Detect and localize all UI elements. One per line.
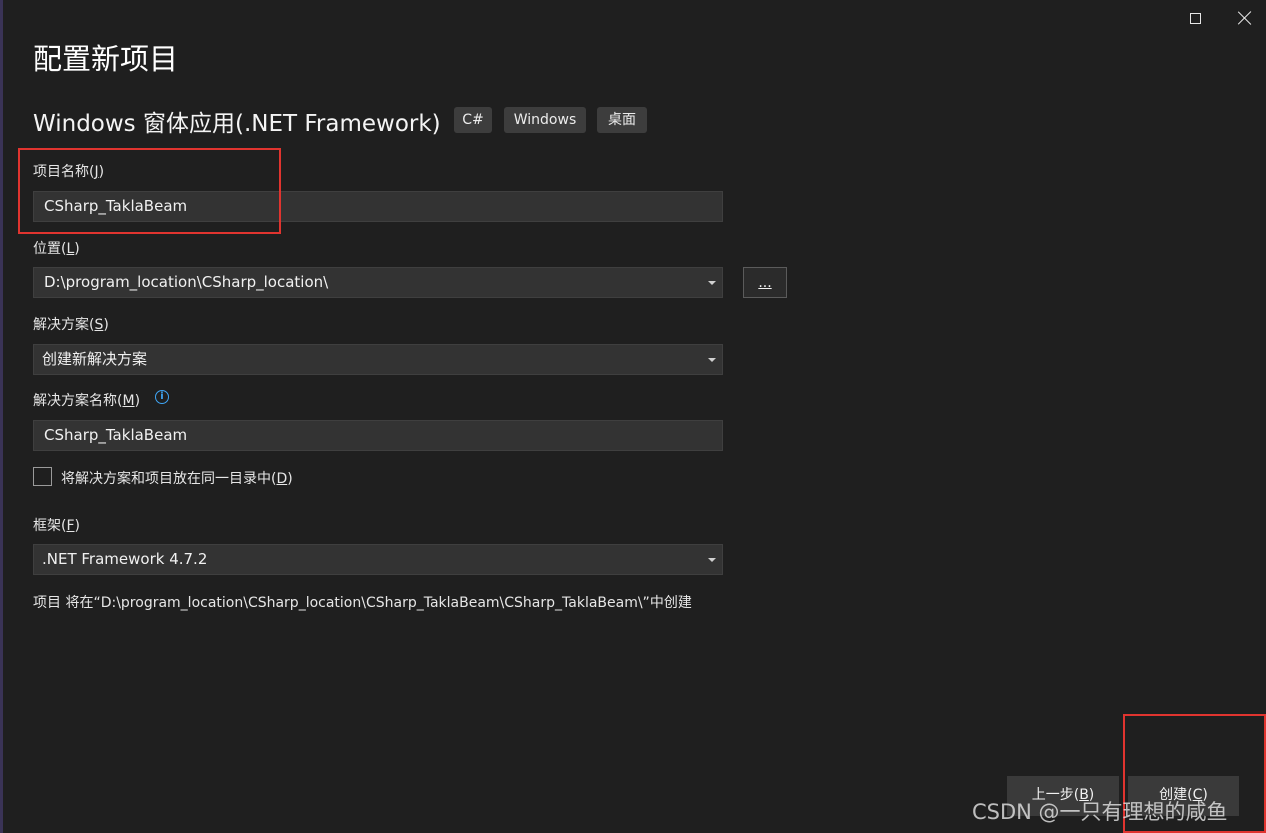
- project-path-note: 项目 将在“D:\program_location\CSharp_locatio…: [33, 595, 692, 611]
- project-name-input[interactable]: CSharp_TaklaBeam: [33, 191, 723, 222]
- solution-select[interactable]: 创建新解决方案: [33, 344, 723, 375]
- location-value: D:\program_location\CSharp_location\: [44, 273, 329, 291]
- close-button[interactable]: [1225, 4, 1265, 32]
- page-title: 配置新项目: [33, 42, 179, 76]
- solution-value: 创建新解决方案: [42, 350, 148, 368]
- watermark: CSDN @一只有理想的咸鱼: [972, 800, 1228, 824]
- location-combobox[interactable]: D:\program_location\CSharp_location\: [33, 267, 723, 298]
- tag-platform: Windows: [504, 107, 586, 133]
- location-label: 位置(L): [33, 241, 80, 257]
- tag-language: C#: [454, 107, 492, 133]
- framework-dropdown-arrow-icon[interactable]: [708, 558, 716, 562]
- solution-name-label: 解决方案名称(M): [33, 393, 141, 409]
- framework-label: 框架(F): [33, 518, 80, 534]
- browse-button[interactable]: ...: [743, 267, 787, 298]
- same-directory-label[interactable]: 将解决方案和项目放在同一目录中(D): [61, 468, 293, 488]
- maximize-button[interactable]: [1175, 4, 1215, 32]
- info-icon[interactable]: i: [155, 390, 169, 404]
- framework-value: .NET Framework 4.7.2: [42, 550, 208, 568]
- close-icon: [1238, 11, 1252, 25]
- window-left-edge: [0, 0, 3, 833]
- location-dropdown-arrow-icon[interactable]: [708, 281, 716, 285]
- template-name: Windows 窗体应用(.NET Framework): [33, 111, 441, 137]
- same-directory-checkbox[interactable]: [33, 467, 52, 486]
- framework-select[interactable]: .NET Framework 4.7.2: [33, 544, 723, 575]
- solution-label: 解决方案(S): [33, 317, 109, 333]
- solution-dropdown-arrow-icon[interactable]: [708, 358, 716, 362]
- maximize-icon: [1189, 12, 1201, 24]
- solution-name-input[interactable]: CSharp_TaklaBeam: [33, 420, 723, 451]
- project-name-label: 项目名称(J): [33, 164, 105, 180]
- tag-project-type: 桌面: [597, 107, 647, 133]
